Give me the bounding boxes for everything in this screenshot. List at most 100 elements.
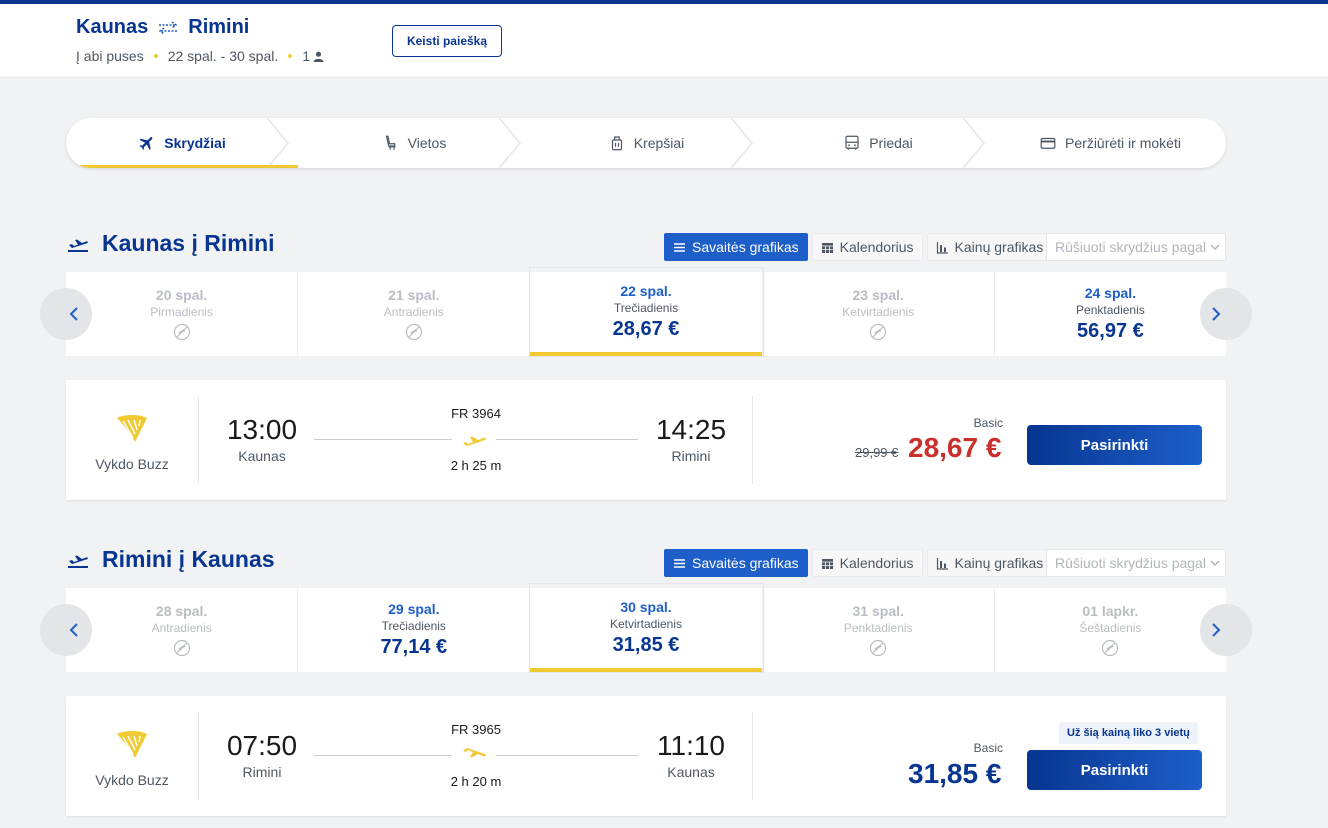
step-label: Krepšiai: [633, 135, 685, 151]
route-line: [496, 755, 638, 756]
separator-dot: [288, 54, 293, 58]
tab-label: Kalendorius: [839, 555, 914, 571]
weekday-label: Šeštadienis: [1079, 621, 1142, 635]
outbound-flight-card: Vykdo Buzz 13:00 Kaunas FR 3964 2 h 25 m…: [66, 380, 1226, 500]
divider: [752, 396, 753, 484]
departure-icon: [68, 555, 88, 568]
destination-city: Rimini: [188, 16, 250, 38]
chevron-left-icon: [69, 623, 78, 637]
booking-steps: Skrydžiai Vietos Krepšiai Priedai Peržiū…: [66, 118, 1226, 168]
date-cell-selected[interactable]: 22 spal. Trečiadienis 28,67 €: [530, 268, 763, 356]
date-cell[interactable]: 24 spal. Penktadienis 56,97 €: [995, 272, 1226, 356]
weekday-label: Penktadienis: [843, 621, 913, 635]
arrival-city: Kaunas: [667, 764, 715, 780]
change-search-button[interactable]: Keisti paiešką: [392, 25, 502, 57]
date-label: 28 spal.: [155, 603, 208, 619]
tab-label: Kainų grafikas: [954, 555, 1044, 571]
date-label: 23 spal.: [852, 287, 904, 303]
date-label: 30 spal.: [620, 599, 672, 615]
date-cell: 28 spal. Antradienis: [66, 588, 299, 672]
date-label: 31 spal.: [852, 603, 904, 619]
seats-left-badge: Už šią kainą liko 3 vietų: [1059, 722, 1198, 744]
trip-dates: 22 spal. - 30 spal.: [167, 48, 279, 64]
inbound-flight-card: Vykdo Buzz 07:50 Rimini FR 3965 2 h 20 m…: [66, 696, 1226, 816]
tab-price-chart[interactable]: Kainų grafikas: [926, 549, 1053, 577]
bar-chart-icon: [936, 241, 948, 254]
tab-week-schedule[interactable]: Savaitės grafikas: [664, 233, 808, 261]
tab-week-schedule[interactable]: Savaitės grafikas: [664, 549, 808, 577]
list-icon: [674, 242, 685, 252]
sort-placeholder: Rūšiuoti skrydžius pagal: [1055, 555, 1206, 571]
date-label: 01 lapkr.: [1082, 603, 1139, 619]
origin-city: Kaunas: [76, 16, 149, 38]
arrival-time: 14:25: [655, 414, 727, 445]
round-trip-arrows-icon: [159, 20, 178, 35]
card-icon: [1040, 137, 1056, 149]
harp-logo-icon: [117, 415, 147, 442]
date-price: 77,14 €: [380, 636, 448, 658]
next-dates-button[interactable]: [1200, 604, 1252, 656]
departure-block: 13:00 Kaunas: [207, 414, 317, 464]
old-price: 29,99 €: [855, 445, 899, 460]
tab-label: Savaitės grafikas: [692, 239, 799, 255]
view-mode-tabs: Savaitės grafikas Kalendorius Kainų graf…: [664, 549, 1053, 577]
trip-meta: Į abi puses 22 spal. - 30 spal. 1: [76, 48, 324, 64]
arrival-city: Rimini: [671, 448, 711, 464]
sort-flights-dropdown[interactable]: Rūšiuoti skrydžius pagal: [1046, 549, 1226, 577]
step-extras[interactable]: Priedai: [762, 118, 994, 168]
step-review-pay[interactable]: Peržiūrėti ir mokėti: [994, 118, 1226, 168]
prev-dates-button[interactable]: [40, 604, 92, 656]
step-label: Peržiūrėti ir mokėti: [1065, 135, 1181, 151]
weekday-label: Antradienis: [151, 621, 212, 635]
fare-type: Basic: [973, 416, 1003, 430]
flight-duration: 2 h 20 m: [450, 774, 502, 789]
date-cell[interactable]: 29 spal. Trečiadienis 77,14 €: [298, 588, 531, 672]
chevron-right-icon: [1212, 307, 1221, 321]
tab-calendar[interactable]: Kalendorius: [811, 549, 923, 577]
date-price: 28,67 €: [612, 318, 680, 340]
step-flights[interactable]: Skrydžiai: [66, 118, 298, 168]
select-flight-button[interactable]: Pasirinkti: [1027, 425, 1202, 465]
search-summary-header: Kaunas Rimini Į abi puses 22 spal. - 30 …: [0, 4, 1328, 78]
date-cell: 31 spal. Penktadienis: [763, 588, 995, 672]
no-flight-icon: [405, 323, 422, 341]
step-seats[interactable]: Vietos: [298, 118, 530, 168]
step-label: Priedai: [869, 135, 913, 151]
prev-dates-button[interactable]: [40, 288, 92, 340]
operator: Vykdo Buzz: [66, 396, 199, 484]
harp-logo-icon: [117, 731, 147, 758]
plane-icon: [463, 436, 486, 446]
divider: [752, 712, 753, 800]
date-label: 29 spal.: [388, 601, 440, 617]
date-cell: 21 spal. Antradienis: [298, 272, 531, 356]
step-label: Skrydžiai: [164, 135, 226, 151]
section-title-text: Kaunas į Rimini: [102, 230, 275, 256]
departure-block: 07:50 Rimini: [207, 730, 317, 780]
trip-type: Į abi puses: [76, 48, 144, 64]
select-flight-button[interactable]: Pasirinkti: [1027, 750, 1202, 790]
flight-number: FR 3965: [451, 722, 501, 737]
route-line: [314, 439, 452, 440]
departure-city: Kaunas: [238, 448, 286, 464]
operator: Vykdo Buzz: [66, 712, 199, 800]
step-bags[interactable]: Krepšiai: [530, 118, 762, 168]
passenger-count: 1: [302, 48, 324, 64]
bar-chart-icon: [936, 557, 948, 570]
no-flight-icon: [173, 323, 190, 341]
flight-number: FR 3964: [451, 406, 501, 421]
calendar-icon: [821, 242, 833, 253]
separator-dot: [153, 54, 158, 58]
tab-calendar[interactable]: Kalendorius: [811, 233, 923, 261]
next-dates-button[interactable]: [1200, 288, 1252, 340]
flight-info: FR 3965 2 h 20 m: [314, 722, 638, 792]
seat-icon: [385, 135, 396, 150]
chevron-left-icon: [69, 307, 78, 321]
date-cell-selected[interactable]: 30 spal. Ketvirtadienis 31,85 €: [530, 584, 763, 672]
passenger-count-value: 1: [302, 48, 311, 64]
tab-label: Savaitės grafikas: [692, 555, 799, 571]
weekday-label: Penktadienis: [1076, 303, 1145, 317]
calendar-icon: [821, 558, 833, 569]
departure-time: 13:00: [226, 414, 298, 445]
sort-flights-dropdown[interactable]: Rūšiuoti skrydžius pagal: [1046, 233, 1226, 261]
tab-price-chart[interactable]: Kainų grafikas: [926, 233, 1053, 261]
